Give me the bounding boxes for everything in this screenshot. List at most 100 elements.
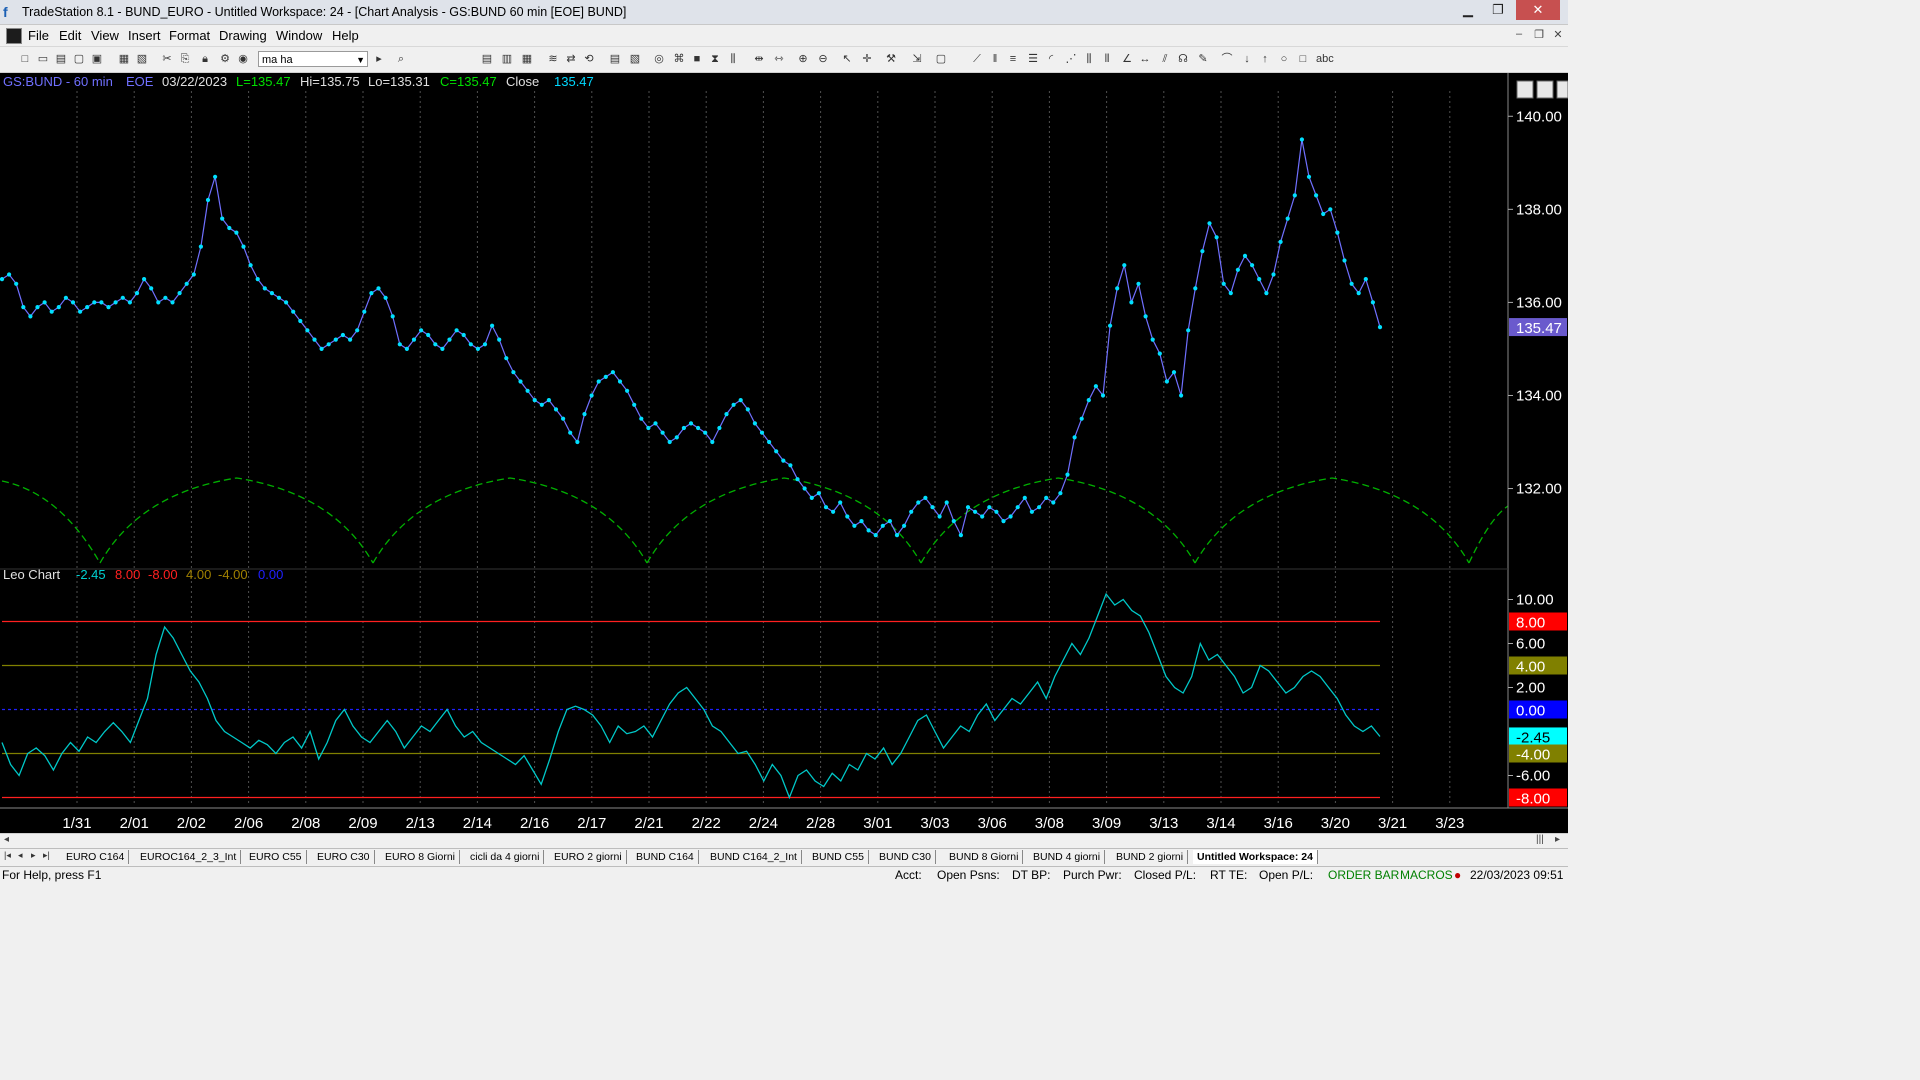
text-icon[interactable]: abc xyxy=(1316,52,1334,66)
ohlc-icon[interactable]: ⫼ xyxy=(726,52,740,66)
crosshair-icon[interactable]: ✛ xyxy=(860,52,874,66)
print-icon[interactable]: ▦ xyxy=(117,52,131,66)
lock-icon[interactable]: 🔒︎ xyxy=(198,52,212,66)
time-zones-icon[interactable]: ⫼ xyxy=(1082,52,1096,66)
chart3-icon[interactable]: ⟲ xyxy=(582,52,596,66)
tab-euro-c164[interactable]: EURO C164 xyxy=(62,850,130,864)
arrow-up-icon[interactable]: ↑ xyxy=(1258,52,1272,66)
pane-restore-icon[interactable] xyxy=(1536,80,1554,99)
menu-view[interactable]: View xyxy=(91,28,119,43)
tab-bund-c164[interactable]: BUND C164 xyxy=(632,850,699,864)
hammer-icon[interactable]: ⚒ xyxy=(884,52,898,66)
fan-icon[interactable]: ⋰ xyxy=(1064,52,1078,66)
menu-help[interactable]: Help xyxy=(332,28,359,43)
menu-file[interactable]: File xyxy=(28,28,49,43)
menu-edit[interactable]: Edit xyxy=(59,28,81,43)
zoom-out-icon[interactable]: ⊖ xyxy=(816,52,830,66)
menu-window[interactable]: Window xyxy=(276,28,322,43)
scroll-left-icon[interactable]: ◂ xyxy=(4,834,9,845)
radar-icon[interactable]: ◎ xyxy=(652,52,666,66)
channel-icon[interactable]: ⫽ xyxy=(1158,52,1172,66)
pointer-icon[interactable]: ↖ xyxy=(840,52,854,66)
tab-bund-2-giorni[interactable]: BUND 2 giorni xyxy=(1112,850,1189,864)
ellipse-icon[interactable]: ○ xyxy=(1277,52,1291,66)
bar-icon[interactable]: ■ xyxy=(690,52,704,66)
arrow-both-icon[interactable]: ↔ xyxy=(1138,52,1152,66)
tab-cicli-4-giorni[interactable]: cicli da 4 giorni xyxy=(466,850,545,864)
vertical-lines-icon[interactable]: ‖ xyxy=(988,52,1002,66)
menu-insert[interactable]: Insert xyxy=(128,28,161,43)
cycle-icon[interactable]: ⫴ xyxy=(1100,52,1114,66)
zoom-in-icon[interactable]: ⊕ xyxy=(796,52,810,66)
tab-bund-c30[interactable]: BUND C30 xyxy=(875,850,936,864)
chevron-down-icon[interactable]: ▼ xyxy=(356,52,365,68)
chart-analysis-window[interactable]: 140.00 138.00 136.00 134.00 132.00 135.47 10.0… xyxy=(0,73,1568,835)
tab-euro-c55[interactable]: EURO C55 xyxy=(245,850,307,864)
tab-last-icon[interactable]: ▸| xyxy=(43,850,50,861)
find-icon[interactable]: ⌕ xyxy=(394,52,408,66)
chart2-icon[interactable]: ⇄ xyxy=(564,52,578,66)
mdi-close-icon[interactable]: ✕ xyxy=(1550,28,1566,41)
price-chart-svg[interactable]: 140.00 138.00 136.00 134.00 132.00 135.47 10.0… xyxy=(0,73,1568,835)
arc-icon[interactable]: ◜ xyxy=(1044,52,1058,66)
insert-icon[interactable]: ▤ xyxy=(608,52,622,66)
print-preview-icon[interactable]: ▧ xyxy=(135,52,149,66)
copy-icon[interactable]: ⎘ xyxy=(178,52,192,66)
tab-prev-icon[interactable]: ◂ xyxy=(18,850,23,861)
format-icon[interactable]: ▧ xyxy=(628,52,642,66)
matrix-icon[interactable]: ⌘ xyxy=(672,52,686,66)
menu-drawing[interactable]: Drawing xyxy=(219,28,267,43)
trendline-icon[interactable]: ⟋ xyxy=(970,52,984,66)
tab-euro-8-giorni[interactable]: EURO 8 Giorni xyxy=(381,850,461,864)
horizontal-lines-icon[interactable]: ≡ xyxy=(1006,52,1020,66)
mdi-minimize-icon[interactable]: – xyxy=(1511,28,1527,40)
open-icon[interactable]: ▭ xyxy=(36,52,50,66)
new-workspace-icon[interactable]: ▢ xyxy=(72,52,86,66)
spread-icon[interactable]: ⇹ xyxy=(752,52,766,66)
window2-icon[interactable]: ▥ xyxy=(500,52,514,66)
pane-close-icon[interactable] xyxy=(1556,80,1568,99)
mdi-restore-icon[interactable]: ❐ xyxy=(1531,28,1547,41)
tab-euro-2-giorni[interactable]: EURO 2 giorni xyxy=(550,850,627,864)
export-icon[interactable]: ⇲ xyxy=(910,52,924,66)
globe-icon[interactable]: ◉ xyxy=(236,52,250,66)
macros-button[interactable]: MACROS xyxy=(1400,868,1453,882)
chart-doc-icon[interactable] xyxy=(6,28,22,44)
curve-icon[interactable]: ⌒ xyxy=(1220,52,1234,66)
angle-icon[interactable]: ∠ xyxy=(1120,52,1134,66)
tab-next-icon[interactable]: ▸ xyxy=(31,850,36,861)
new-icon[interactable]: □ xyxy=(18,52,32,66)
speed-icon[interactable]: ☊ xyxy=(1176,52,1190,66)
tab-bund-4-giorni[interactable]: BUND 4 giorni xyxy=(1029,850,1106,864)
tab-first-icon[interactable]: |◂ xyxy=(4,850,11,861)
play-icon[interactable]: ▸ xyxy=(372,52,386,66)
menu-format[interactable]: Format xyxy=(169,28,210,43)
rectangle-icon[interactable]: □ xyxy=(1296,52,1310,66)
chart-icon[interactable]: ≋ xyxy=(546,52,560,66)
hour-icon[interactable]: ⧗ xyxy=(708,52,722,66)
scroll-thumb[interactable]: ||| xyxy=(1536,834,1544,845)
compress-icon[interactable]: ⇿ xyxy=(772,52,786,66)
tab-bund-c55[interactable]: BUND C55 xyxy=(808,850,869,864)
tab-untitled-workspace-24[interactable]: Untitled Workspace: 24 xyxy=(1193,850,1318,864)
tab-euro-c30[interactable]: EURO C30 xyxy=(313,850,375,864)
cut-icon[interactable]: ✂ xyxy=(160,52,174,66)
tool-icon[interactable]: ⚙ xyxy=(218,52,232,66)
grid-icon[interactable]: ▦ xyxy=(520,52,534,66)
open-workspace-icon[interactable]: ▤ xyxy=(54,52,68,66)
tab-bund-c164-2-int[interactable]: BUND C164_2_Int xyxy=(706,850,802,864)
order-bar-button[interactable]: ORDER BAR xyxy=(1328,868,1399,882)
scroll-right-icon[interactable]: ▸ xyxy=(1555,834,1560,845)
maximize-icon[interactable]: ❐ xyxy=(1484,0,1512,20)
minimize-icon[interactable]: ▁ xyxy=(1454,0,1482,20)
pen-icon[interactable]: ✎ xyxy=(1196,52,1210,66)
symbol-combo[interactable]: ma ha ▼ xyxy=(258,51,368,67)
pane-minimize-icon[interactable] xyxy=(1516,80,1534,99)
save-icon[interactable]: ▣ xyxy=(90,52,104,66)
fib-icon[interactable]: ☰ xyxy=(1026,52,1040,66)
tab-bund-8-giorni[interactable]: BUND 8 Giorni xyxy=(945,850,1024,864)
tab-euroc164-2-3-int[interactable]: EUROC164_2_3_Int xyxy=(136,850,242,864)
arrow-down-icon[interactable]: ↓ xyxy=(1240,52,1254,66)
window-icon[interactable]: ▤ xyxy=(480,52,494,66)
close-icon[interactable]: ✕ xyxy=(1516,0,1560,20)
